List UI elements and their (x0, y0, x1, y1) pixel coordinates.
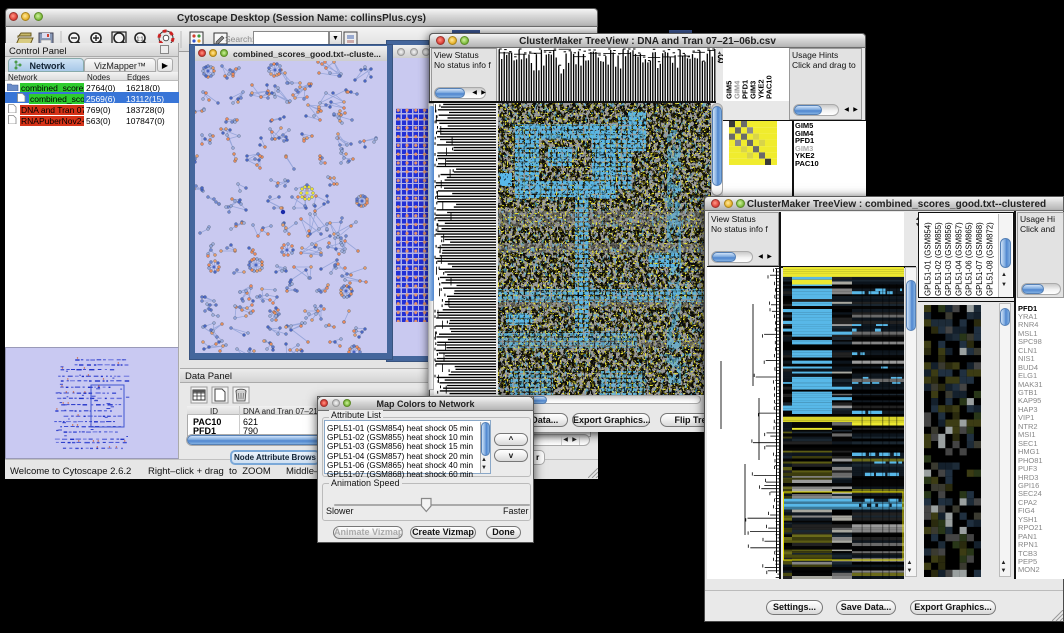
svg-text:GPL51-07 (GSM868): GPL51-07 (GSM868) (975, 222, 984, 296)
svg-text:GPL51-06 (GSM865): GPL51-06 (GSM865) (965, 222, 974, 296)
svg-text:PAC10: PAC10 (765, 75, 774, 99)
svg-text:1:1: 1:1 (137, 37, 144, 43)
svg-text:GPL51-04 (GSM857): GPL51-04 (GSM857) (954, 222, 963, 296)
svg-text:GPL51-03 (GSM856): GPL51-03 (GSM856) (944, 222, 953, 296)
svg-text:GPL51-01 (GSM854): GPL51-01 (GSM854) (924, 222, 933, 296)
svg-text:GPL51-08 (GSM872): GPL51-08 (GSM872) (985, 222, 994, 296)
svg-text:GPL51-02 (GSM855): GPL51-02 (GSM855) (934, 222, 943, 296)
